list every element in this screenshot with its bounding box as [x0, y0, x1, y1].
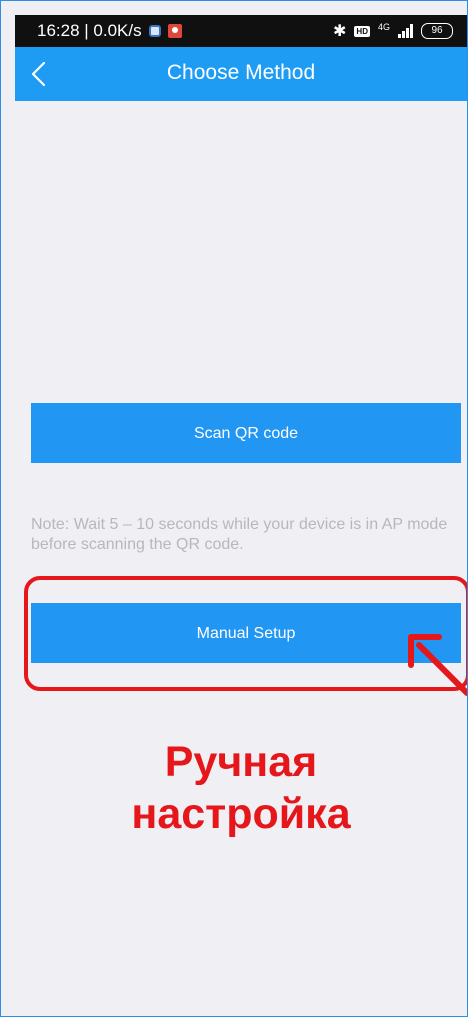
status-time: 16:28 | 0.0K/s	[37, 21, 142, 40]
annotation-line-2: настройка	[131, 790, 351, 838]
scan-qr-button[interactable]: Scan QR code	[31, 403, 461, 463]
notification-alert-icon	[167, 24, 182, 38]
status-bar: 16:28 | 0.0K/s ✱ HD 4G 96	[15, 15, 467, 47]
hd-icon: HD	[354, 25, 370, 37]
bluetooth-icon: ✱	[333, 23, 347, 40]
battery-icon: 96	[421, 23, 453, 39]
annotation-label: Ручная настройка	[61, 736, 421, 840]
status-left: 16:28 | 0.0K/s	[37, 15, 182, 47]
page-title: Choose Method	[166, 61, 316, 84]
notification-app-icon	[148, 25, 161, 37]
arrow-annotation-icon	[408, 634, 467, 696]
signal-icon	[398, 24, 413, 38]
annotation-line-1: Ручная	[164, 738, 318, 786]
status-right: ✱ HD 4G 96	[333, 15, 453, 47]
network-type: 4G	[377, 22, 390, 32]
note-text: Note: Wait 5 – 10 seconds while your dev…	[31, 516, 448, 553]
nav-bar: Choose Method	[15, 47, 467, 101]
app-frame: 16:28 | 0.0K/s ✱ HD 4G 96 Choose Method …	[0, 0, 468, 1017]
